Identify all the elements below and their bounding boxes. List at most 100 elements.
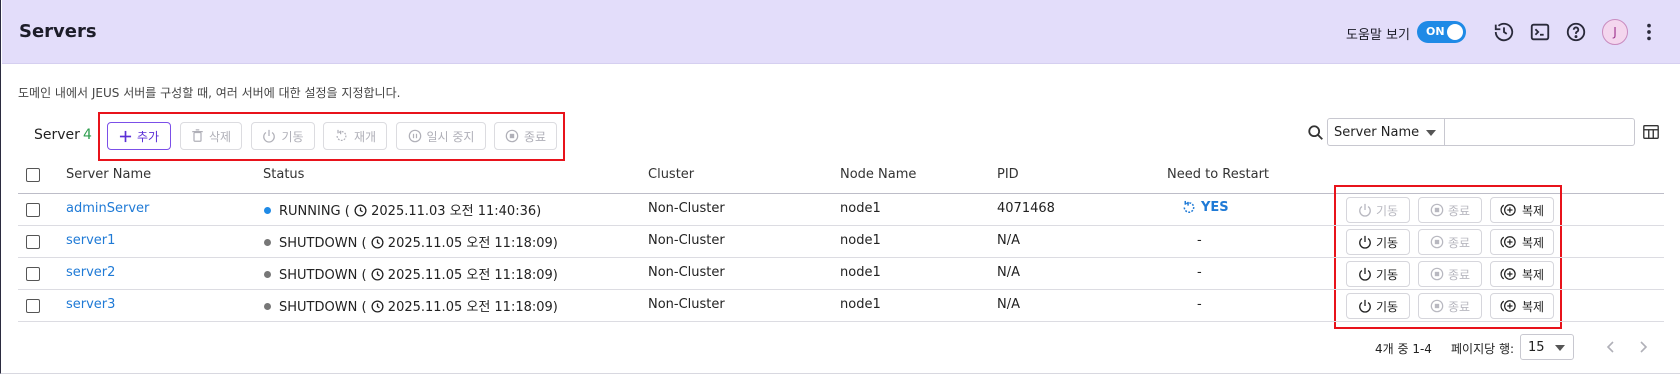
next-page-button[interactable] bbox=[1633, 337, 1653, 357]
page-description: 도메인 내에서 JEUS 서버를 구성할 때, 여러 서버에 대한 설정을 지정… bbox=[18, 86, 401, 100]
row-clone-button[interactable]: 복제 bbox=[1490, 197, 1554, 223]
clone-icon bbox=[1500, 204, 1516, 216]
page-title: Servers bbox=[19, 21, 97, 42]
restart-value: YES bbox=[1201, 200, 1229, 215]
pid-cell: N/A bbox=[997, 297, 1020, 312]
start-button[interactable]: 기동 bbox=[251, 122, 315, 150]
row-start-button[interactable]: 기동 bbox=[1346, 229, 1410, 255]
row-start-label: 기동 bbox=[1375, 203, 1399, 218]
rows-per-page-select[interactable]: 15 bbox=[1520, 334, 1574, 360]
avatar[interactable]: J bbox=[1602, 19, 1628, 45]
prev-page-button[interactable] bbox=[1601, 337, 1621, 357]
row-checkbox[interactable] bbox=[26, 299, 40, 313]
help-toggle[interactable]: ON bbox=[1417, 21, 1466, 43]
table-row: server3 SHUTDOWN ( 2025.11.05 오전 11:18:0… bbox=[18, 290, 1664, 322]
row-checkbox[interactable] bbox=[26, 267, 40, 281]
pid-cell: 4071468 bbox=[997, 201, 1055, 216]
stop-icon bbox=[1430, 235, 1444, 249]
clone-icon bbox=[1500, 268, 1516, 280]
restart-icon bbox=[336, 129, 347, 141]
row-clone-button[interactable]: 복제 bbox=[1490, 229, 1554, 255]
node-cell: node1 bbox=[840, 297, 881, 312]
chevron-down-icon bbox=[1555, 345, 1565, 351]
clock-icon bbox=[371, 236, 384, 249]
power-icon bbox=[1359, 235, 1371, 249]
delete-button[interactable]: 삭제 bbox=[180, 122, 242, 150]
server-count-label: Server bbox=[34, 127, 80, 143]
restart-cell: - bbox=[1197, 297, 1202, 312]
rows-per-page-label: 페이지당 행: bbox=[1451, 342, 1515, 356]
restart-cell: - bbox=[1197, 233, 1202, 248]
table-row: server2 SHUTDOWN ( 2025.11.05 오전 11:18:0… bbox=[18, 258, 1664, 290]
row-checkbox[interactable] bbox=[26, 235, 40, 249]
toggle-knob bbox=[1447, 24, 1463, 40]
resume-button[interactable]: 재개 bbox=[323, 122, 387, 150]
more-vert-icon[interactable] bbox=[1637, 20, 1661, 44]
col-server-name[interactable]: Server Name bbox=[66, 167, 151, 182]
col-cluster[interactable]: Cluster bbox=[648, 167, 694, 182]
clone-icon bbox=[1500, 236, 1516, 248]
history-icon[interactable] bbox=[1492, 20, 1516, 44]
power-icon bbox=[1359, 267, 1371, 281]
restart-cell: - bbox=[1197, 265, 1202, 280]
table-row: adminServer RUNNING ( 2025.11.03 오전 11:4… bbox=[18, 194, 1664, 226]
row-checkbox[interactable] bbox=[26, 203, 40, 217]
row-start-button[interactable]: 기동 bbox=[1346, 261, 1410, 287]
status-cell: RUNNING ( 2025.11.03 오전 11:40:36) bbox=[279, 204, 542, 219]
server-name-link[interactable]: adminServer bbox=[66, 201, 149, 216]
server-name-link[interactable]: server3 bbox=[66, 297, 115, 312]
row-stop-button[interactable]: 종료 bbox=[1418, 261, 1482, 287]
select-all-checkbox[interactable] bbox=[26, 168, 40, 182]
start-button-label: 기동 bbox=[281, 129, 304, 144]
row-stop-label: 종료 bbox=[1447, 203, 1471, 218]
clock-icon bbox=[354, 204, 367, 217]
col-pid[interactable]: PID bbox=[997, 167, 1019, 182]
node-cell: node1 bbox=[840, 201, 881, 216]
server-count: 4 bbox=[83, 127, 92, 143]
stop-icon bbox=[1430, 299, 1444, 313]
status-dot bbox=[264, 271, 271, 278]
search-field-select[interactable]: Server Name bbox=[1327, 118, 1445, 146]
stop-button[interactable]: 종료 bbox=[494, 122, 557, 150]
pagination-range: 4개 중 1-4 bbox=[1375, 342, 1432, 356]
row-stop-label: 종료 bbox=[1447, 235, 1471, 250]
cluster-cell: Non-Cluster bbox=[648, 201, 725, 216]
help-icon[interactable] bbox=[1564, 20, 1588, 44]
row-start-button[interactable]: 기동 bbox=[1346, 293, 1410, 319]
trash-icon bbox=[192, 129, 203, 142]
col-node-name[interactable]: Node Name bbox=[840, 167, 916, 182]
row-stop-label: 종료 bbox=[1447, 299, 1471, 314]
row-stop-button[interactable]: 종료 bbox=[1418, 229, 1482, 255]
status-cell: SHUTDOWN ( 2025.11.05 오전 11:18:09) bbox=[279, 300, 558, 315]
col-status[interactable]: Status bbox=[263, 167, 304, 182]
suspend-button[interactable]: 일시 중지 bbox=[396, 122, 486, 150]
resume-button-label: 재개 bbox=[353, 129, 377, 144]
chevron-right-icon bbox=[1640, 341, 1648, 353]
clock-icon bbox=[371, 300, 384, 313]
status-dot bbox=[264, 239, 271, 246]
search-input[interactable] bbox=[1444, 118, 1635, 146]
row-clone-label: 복제 bbox=[1521, 299, 1545, 314]
status-text: SHUTDOWN bbox=[279, 268, 358, 283]
row-clone-button[interactable]: 복제 bbox=[1490, 293, 1554, 319]
server-name-link[interactable]: server1 bbox=[66, 233, 115, 248]
power-icon bbox=[263, 129, 276, 143]
chevron-down-icon bbox=[1426, 130, 1436, 136]
terminal-icon[interactable] bbox=[1528, 20, 1552, 44]
add-button[interactable]: 추가 bbox=[107, 122, 171, 150]
row-stop-button[interactable]: 종료 bbox=[1418, 293, 1482, 319]
status-dot bbox=[264, 207, 271, 214]
row-clone-button[interactable]: 복제 bbox=[1490, 261, 1554, 287]
status-time: 2025.11.05 오전 11:18:09) bbox=[387, 268, 558, 283]
pid-cell: N/A bbox=[997, 265, 1020, 280]
delete-button-label: 삭제 bbox=[208, 129, 232, 144]
col-need-to-restart[interactable]: Need to Restart bbox=[1167, 167, 1269, 182]
column-settings-icon[interactable] bbox=[1642, 123, 1660, 141]
help-label: 도움말 보기 bbox=[1346, 28, 1410, 43]
row-start-button[interactable]: 기동 bbox=[1346, 197, 1410, 223]
status-text: RUNNING bbox=[279, 204, 341, 219]
server-name-link[interactable]: server2 bbox=[66, 265, 115, 280]
row-stop-label: 종료 bbox=[1447, 267, 1471, 282]
row-stop-button[interactable]: 종료 bbox=[1418, 197, 1482, 223]
status-text: SHUTDOWN bbox=[279, 236, 358, 251]
